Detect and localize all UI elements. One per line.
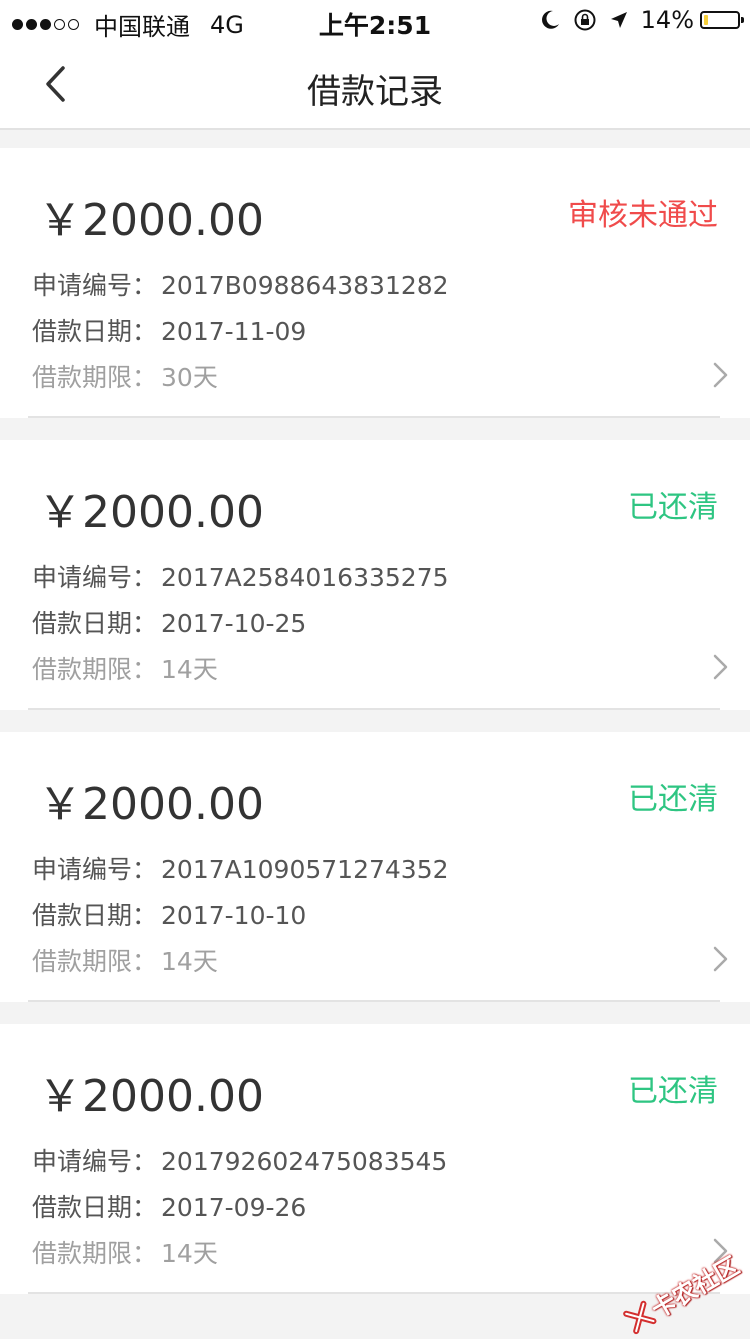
loan-term-label: 借款期限：: [32, 655, 158, 684]
application-number-row: 申请编号： 2017A2584016335275: [32, 558, 449, 594]
loan-status: 审核未通过: [568, 198, 718, 233]
moon-icon: [541, 10, 559, 29]
loan-date-label: 借款日期：: [32, 317, 158, 346]
application-number-label: 申请编号：: [32, 1147, 158, 1176]
page-title: 借款记录: [307, 72, 443, 112]
loan-amount: ￥2000.00: [38, 779, 264, 830]
loan-date-value: 2017-11-09: [161, 317, 307, 346]
loan-date-row: 借款日期： 2017-10-10: [32, 896, 306, 932]
loan-status: 已还清: [628, 1074, 718, 1109]
loan-date-row: 借款日期： 2017-11-09: [32, 312, 306, 348]
chevron-right-icon: [713, 654, 728, 680]
status-bar: 中国联通 4G 上午2:51 14%: [0, 0, 750, 41]
loan-term-value: 14天: [161, 655, 218, 684]
loan-record-card[interactable]: ￥2000.00 已还清 申请编号： 201792602475083545 借款日…: [0, 1024, 750, 1294]
loan-term-label: 借款期限：: [32, 1239, 158, 1268]
loan-status: 已还清: [628, 782, 718, 817]
application-number-row: 申请编号： 2017A1090571274352: [32, 850, 449, 886]
battery-icon: [700, 11, 744, 29]
loan-date-label: 借款日期：: [32, 609, 158, 638]
status-right: 14%: [539, 6, 744, 34]
loan-term-row: 借款期限： 14天: [32, 650, 218, 686]
loan-amount: ￥2000.00: [38, 1071, 264, 1122]
battery-fill: [704, 15, 709, 25]
application-number-label: 申请编号：: [32, 271, 158, 300]
loan-date-label: 借款日期：: [32, 901, 158, 930]
rotation-lock-icon: [574, 9, 596, 31]
application-number-label: 申请编号：: [32, 563, 158, 592]
loan-date-label: 借款日期：: [32, 1193, 158, 1222]
navigation-bar: 借款记录: [0, 40, 750, 130]
application-number-row: 申请编号： 201792602475083545: [32, 1142, 447, 1178]
chevron-right-icon: [713, 946, 728, 972]
application-number-value: 2017A1090571274352: [161, 855, 449, 884]
loan-date-value: 2017-09-26: [161, 1193, 307, 1222]
loan-term-value: 30天: [161, 363, 218, 392]
loan-record-card[interactable]: ￥2000.00 已还清 申请编号： 2017A2584016335275 借款日…: [0, 440, 750, 710]
loan-term-value: 14天: [161, 1239, 218, 1268]
loan-date-value: 2017-10-25: [161, 609, 307, 638]
application-number-row: 申请编号： 2017B0988643831282: [32, 266, 449, 302]
loan-term-label: 借款期限：: [32, 947, 158, 976]
application-number-value: 2017B0988643831282: [161, 271, 449, 300]
loan-record-card[interactable]: ￥2000.00 已还清 申请编号： 2017A1090571274352 借款日…: [0, 732, 750, 1002]
loan-date-row: 借款日期： 2017-10-25: [32, 604, 306, 640]
loan-date-row: 借款日期： 2017-09-26: [32, 1188, 306, 1224]
loan-amount: ￥2000.00: [38, 487, 264, 538]
location-arrow-icon: [610, 12, 627, 28]
loan-record-list: ￥2000.00 审核未通过 申请编号： 2017B0988643831282 借…: [0, 148, 750, 1316]
battery-percentage: 14%: [640, 6, 694, 34]
loan-status: 已还清: [628, 490, 718, 525]
loan-record-card[interactable]: ￥2000.00 审核未通过 申请编号： 2017B0988643831282 借…: [0, 148, 750, 418]
loan-term-row: 借款期限： 30天: [32, 358, 218, 394]
loan-date-value: 2017-10-10: [161, 901, 307, 930]
loan-amount: ￥2000.00: [38, 195, 264, 246]
application-number-value: 2017A2584016335275: [161, 563, 449, 592]
loan-term-row: 借款期限： 14天: [32, 942, 218, 978]
loan-term-row: 借款期限： 14天: [32, 1234, 218, 1270]
chevron-right-icon: [713, 362, 728, 388]
loan-term-value: 14天: [161, 947, 218, 976]
application-number-value: 201792602475083545: [161, 1147, 448, 1176]
battery-cap: [741, 17, 744, 23]
loan-term-label: 借款期限：: [32, 363, 158, 392]
application-number-label: 申请编号：: [32, 855, 158, 884]
